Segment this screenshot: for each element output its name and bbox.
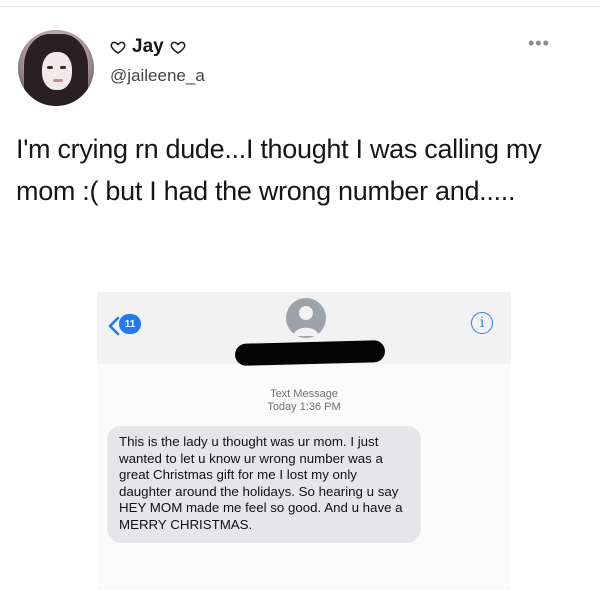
person-silhouette-icon[interactable] bbox=[286, 298, 326, 338]
display-name: Jay bbox=[132, 36, 164, 57]
contact-name-redaction bbox=[234, 340, 386, 366]
avatar-lips bbox=[53, 79, 63, 82]
profile-avatar[interactable] bbox=[18, 30, 94, 106]
avatar-face bbox=[42, 52, 72, 90]
heart-outline-icon bbox=[110, 41, 126, 54]
heart-outline-icon bbox=[170, 41, 186, 54]
message-type-label: Text Message bbox=[270, 388, 338, 400]
unread-count-badge: 11 bbox=[119, 314, 141, 334]
avatar-eye-left bbox=[47, 66, 53, 69]
embedded-message-screenshot: 11 i Text Message Today 1:36 PM This is … bbox=[97, 292, 511, 590]
user-handle[interactable]: @jaileene_a bbox=[110, 66, 205, 86]
top-divider bbox=[0, 6, 600, 7]
tweet-text: I'm crying rn dude...I thought I was cal… bbox=[16, 134, 542, 206]
display-name-row[interactable]: Jay bbox=[110, 36, 186, 58]
incoming-message-bubble: This is the lady u thought was ur mom. I… bbox=[107, 426, 421, 543]
message-meta: Text Message Today 1:36 PM bbox=[97, 388, 511, 414]
more-options-icon[interactable]: ••• bbox=[528, 34, 550, 52]
info-circle-icon[interactable]: i bbox=[471, 312, 493, 334]
message-timestamp: Today 1:36 PM bbox=[267, 401, 341, 413]
avatar-eye-right bbox=[60, 66, 66, 69]
